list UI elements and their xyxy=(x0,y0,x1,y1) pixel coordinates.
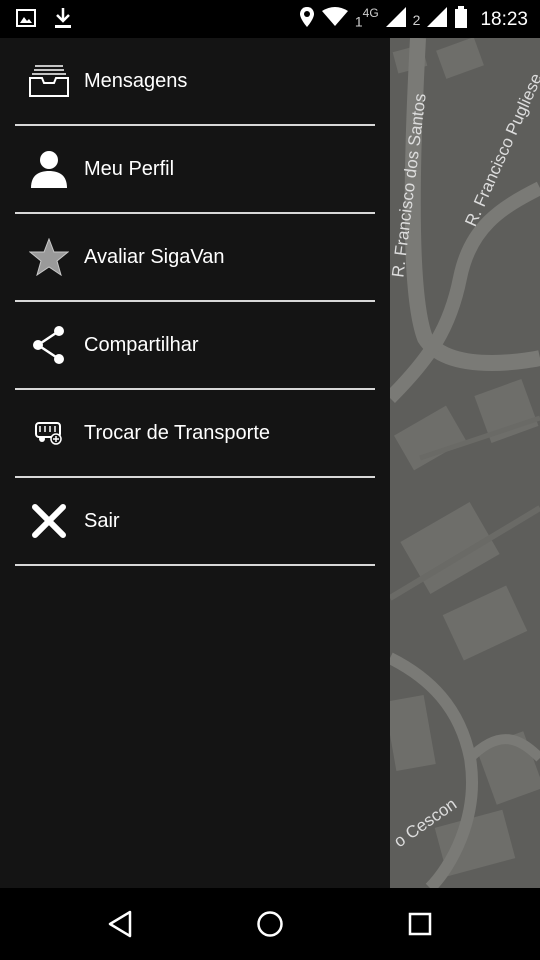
menu-item-meu-perfil[interactable]: Meu Perfil xyxy=(0,126,390,212)
menu-item-mensagens[interactable]: Mensagens xyxy=(0,38,390,124)
back-icon xyxy=(108,910,132,938)
download-icon xyxy=(54,7,72,34)
menu-item-label: Avaliar SigaVan xyxy=(84,245,225,268)
signal-icon xyxy=(385,6,407,33)
image-icon xyxy=(16,9,36,32)
bus-icon xyxy=(29,413,69,453)
menu-item-compartilhar[interactable]: Compartilhar xyxy=(0,302,390,388)
person-icon xyxy=(29,149,69,189)
menu-item-label: Sair xyxy=(84,509,120,532)
share-icon xyxy=(29,325,69,365)
wifi-icon xyxy=(321,7,349,32)
home-icon xyxy=(257,911,283,937)
close-icon xyxy=(29,501,69,541)
map-view[interactable]: R. Francisco dos Santos R. Francisco Pug… xyxy=(390,38,540,888)
signal-icon xyxy=(426,6,448,33)
divider xyxy=(15,564,375,566)
star-icon xyxy=(29,237,69,277)
menu-item-avaliar-sigavan[interactable]: Avaliar SigaVan xyxy=(0,214,390,300)
back-button[interactable] xyxy=(102,906,138,942)
inbox-icon xyxy=(29,61,69,101)
recents-icon xyxy=(408,912,432,936)
sim1-network-label: 14G xyxy=(354,5,379,30)
sim2-label: 2 xyxy=(412,11,421,28)
battery-icon xyxy=(454,6,468,33)
status-bar: 14G 2 18:23 xyxy=(0,0,540,38)
system-nav-bar xyxy=(0,888,540,960)
clock: 18:23 xyxy=(480,8,528,30)
menu-item-label: Compartilhar xyxy=(84,333,199,356)
home-button[interactable] xyxy=(252,906,288,942)
menu-item-label: Meu Perfil xyxy=(84,157,175,180)
menu-item-sair[interactable]: Sair xyxy=(0,478,390,564)
menu-item-trocar-de-transporte[interactable]: Trocar de Transporte xyxy=(0,390,390,476)
recents-button[interactable] xyxy=(402,906,438,942)
menu-item-label: Mensagens xyxy=(84,69,188,92)
menu-item-label: Trocar de Transporte xyxy=(84,421,271,444)
location-pin-icon xyxy=(299,6,315,33)
navigation-drawer: Mensagens Meu Perfil Avaliar SigaVan Com… xyxy=(0,38,390,888)
